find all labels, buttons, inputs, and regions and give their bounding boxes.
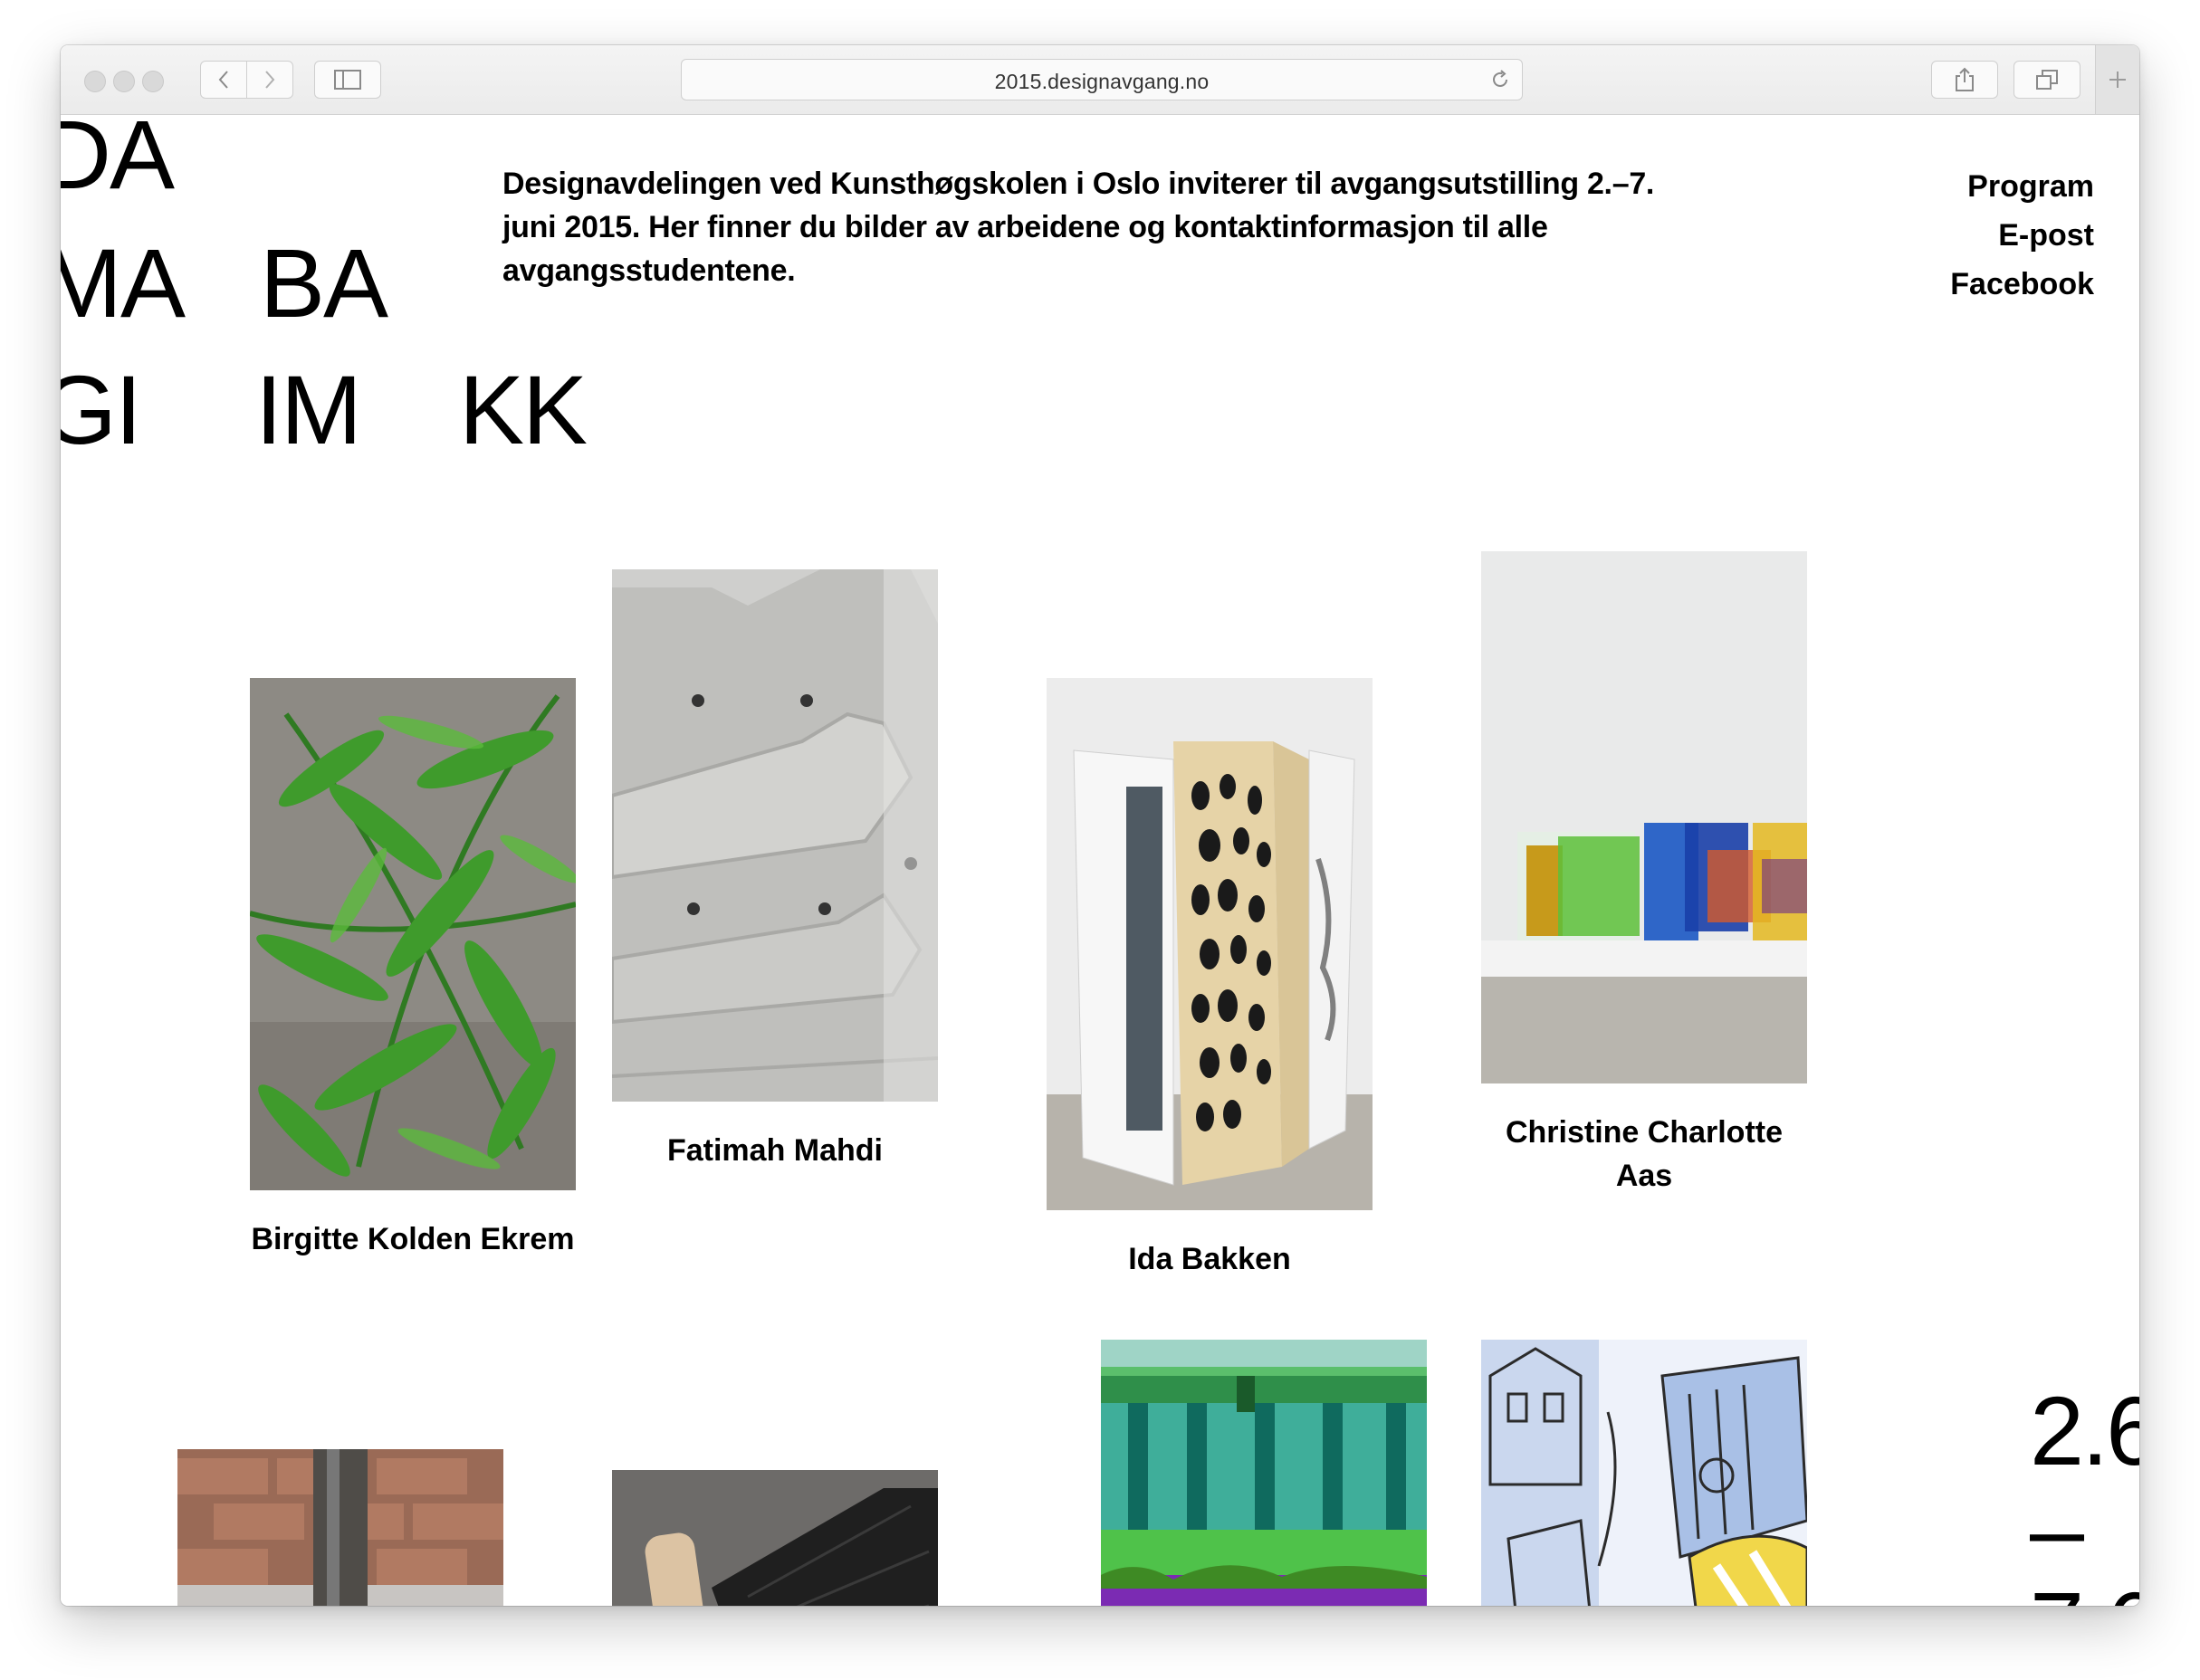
student-name[interactable]: Christine Charlotte Aas <box>1481 1111 1807 1198</box>
webpage: DA MA BA GI IM KK Designavdelingen ved K… <box>61 115 2139 1606</box>
reload-icon[interactable] <box>1489 69 1511 91</box>
student-image[interactable] <box>1481 551 1807 1083</box>
abbr-da[interactable]: DA <box>61 115 175 204</box>
student-image[interactable] <box>177 1449 503 1606</box>
intro-text: Designavdelingen ved Kunsthøgskolen i Os… <box>502 167 1655 288</box>
sidebar-toggle-button[interactable] <box>314 61 381 99</box>
student-image[interactable] <box>612 1470 938 1606</box>
exhibition-dates: 2.6 – 7.6 <box>2030 1376 2139 1607</box>
student-card[interactable] <box>612 1470 938 1606</box>
student-card[interactable]: Fatimah Mahdi <box>612 569 938 1172</box>
sidebar-icon <box>334 70 361 90</box>
abbr-kk[interactable]: KK <box>459 361 588 459</box>
fern-image <box>250 678 576 1190</box>
student-card[interactable] <box>1481 1340 1807 1606</box>
new-tab-button[interactable] <box>2095 45 2139 114</box>
line-drawing-image <box>1481 1340 1807 1606</box>
share-icon <box>1956 67 1974 91</box>
address-bar[interactable]: 2015.designavgang.no <box>681 59 1523 100</box>
close-window-button[interactable] <box>84 71 106 92</box>
student-card[interactable]: Ida Bakken <box>1047 678 1373 1281</box>
chevron-right-icon <box>265 71 275 89</box>
url-text: 2015.designavgang.no <box>994 70 1210 93</box>
share-button[interactable] <box>1931 61 1998 99</box>
date-start: 2.6 <box>2030 1376 2139 1485</box>
student-card[interactable] <box>177 1449 503 1606</box>
open-book-image <box>1047 678 1373 1210</box>
student-card[interactable]: Birgitte Kolden Ekrem <box>250 678 576 1261</box>
concrete-model-image <box>612 569 938 1102</box>
back-button[interactable] <box>200 61 247 99</box>
student-name[interactable]: Fatimah Mahdi <box>612 1129 938 1172</box>
student-image[interactable] <box>1481 1340 1807 1606</box>
nav-facebook-link[interactable]: Facebook <box>1950 260 2094 309</box>
nav-program-link[interactable]: Program <box>1950 162 2094 211</box>
date-separator: – <box>2030 1474 2084 1583</box>
minimize-window-button[interactable] <box>113 71 135 92</box>
abbr-gi[interactable]: GI <box>61 361 142 459</box>
date-end: 7.6 <box>2030 1578 2139 1607</box>
forward-button[interactable] <box>246 61 293 99</box>
abbr-ba[interactable]: BA <box>260 234 388 332</box>
student-card[interactable] <box>1101 1340 1427 1606</box>
abbr-im[interactable]: IM <box>255 361 362 459</box>
student-image[interactable] <box>1101 1340 1427 1606</box>
abbr-ma[interactable]: MA <box>61 234 186 332</box>
forest-illustration-image <box>1101 1340 1427 1606</box>
browser-toolbar: 2015.designavgang.no <box>61 45 2139 115</box>
plus-icon <box>2109 72 2126 88</box>
student-card[interactable]: Christine Charlotte Aas <box>1481 551 1807 1198</box>
chevron-left-icon <box>218 71 228 89</box>
student-image[interactable] <box>250 678 576 1190</box>
tabs-overview-button[interactable] <box>2013 61 2080 99</box>
student-name[interactable]: Birgitte Kolden Ekrem <box>250 1217 576 1261</box>
nav-email-link[interactable]: E-post <box>1950 211 2094 260</box>
student-name[interactable]: Ida Bakken <box>1047 1237 1373 1281</box>
tabs-icon <box>2036 70 2058 90</box>
student-image[interactable] <box>1047 678 1373 1210</box>
brush-image <box>612 1470 938 1606</box>
glass-blocks-image <box>1481 551 1807 1083</box>
top-nav: Program E-post Facebook <box>1950 162 2094 309</box>
browser-window: 2015.designavgang.no DA MA BA GI IM KK D… <box>61 45 2139 1606</box>
student-image[interactable] <box>612 569 938 1102</box>
zoom-window-button[interactable] <box>142 71 164 92</box>
brick-wall-image <box>177 1449 503 1606</box>
